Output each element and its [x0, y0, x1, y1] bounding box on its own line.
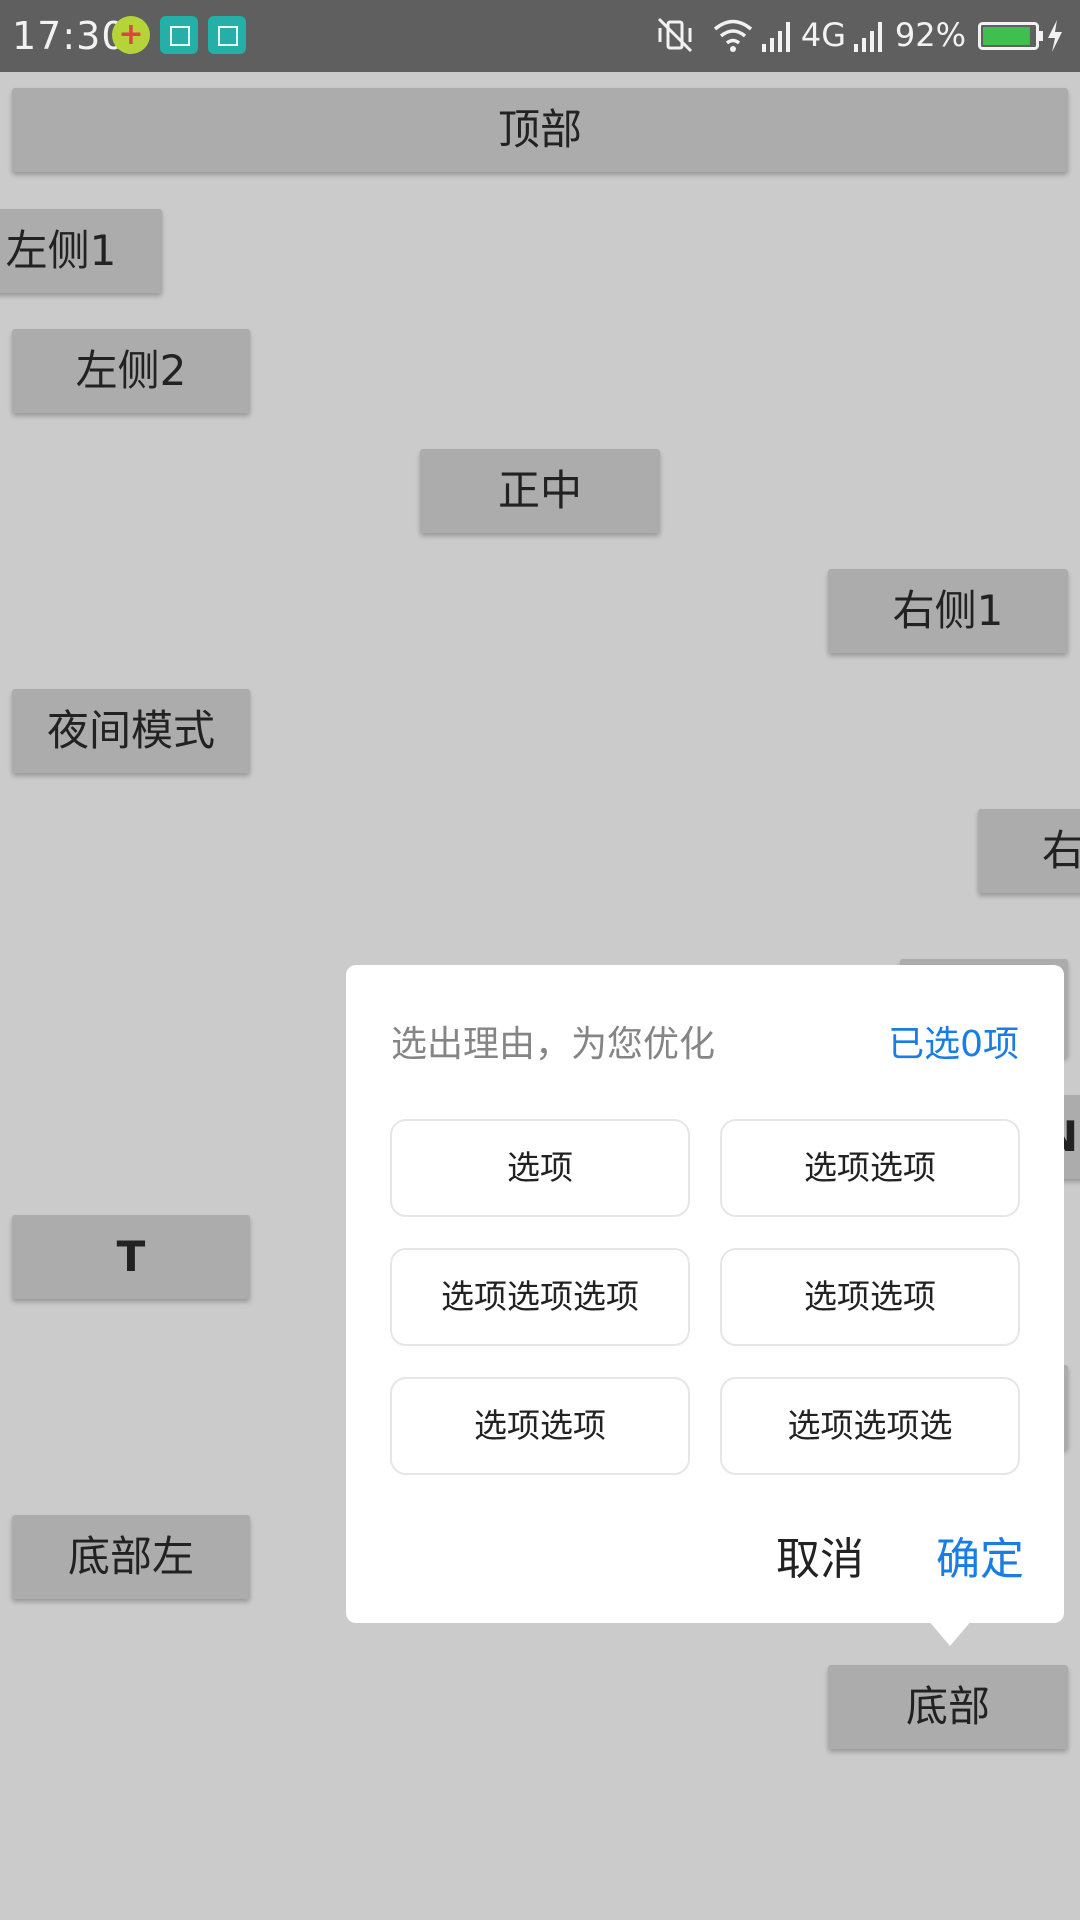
cancel-button[interactable]: 取消	[776, 1523, 864, 1587]
t-button[interactable]: T	[12, 1215, 250, 1299]
usb-icon	[208, 16, 246, 54]
bottom-left-button-label: 底部左	[67, 1532, 194, 1581]
selected-count: 已选0项	[888, 1024, 1019, 1065]
status-bar: 17:30 4G 92%	[0, 0, 1080, 72]
left1-button-label: 左侧1	[5, 226, 117, 275]
screenshot-icon	[160, 16, 198, 54]
left1-button[interactable]: 左侧1	[0, 209, 162, 293]
left2-button[interactable]: 左侧2	[12, 329, 250, 413]
right-partial-button[interactable]: 右	[978, 809, 1080, 893]
confirm-button[interactable]: 确定	[936, 1523, 1024, 1587]
option-button[interactable]: 选项选项	[720, 1248, 1020, 1346]
wifi-icon	[713, 19, 753, 52]
charging-icon	[1048, 20, 1062, 52]
option-button[interactable]: 选项选项选项	[390, 1248, 690, 1346]
option-button[interactable]: 选项	[390, 1119, 690, 1217]
option-button[interactable]: 选项选项选	[720, 1377, 1020, 1475]
night-mode-button[interactable]: 夜间模式	[12, 689, 250, 773]
top-button-label: 顶部	[497, 105, 582, 154]
option-button[interactable]: 选项选项	[720, 1119, 1020, 1217]
t-button-label: T	[116, 1232, 146, 1281]
status-time: 17:30	[12, 14, 127, 58]
center-button-label: 正中	[497, 466, 582, 515]
signal-icon	[854, 22, 882, 52]
top-button[interactable]: 顶部	[12, 88, 1068, 172]
night-mode-button-label: 夜间模式	[46, 706, 215, 755]
network-type-label: 4G	[800, 16, 846, 54]
battery-percentage: 92%	[894, 16, 966, 54]
dialog-title: 选出理由，为您优化	[391, 1024, 716, 1065]
center-button[interactable]: 正中	[420, 449, 660, 533]
battery-icon	[978, 22, 1043, 50]
app-notification-icon	[112, 16, 150, 54]
vibrate-off-icon	[657, 17, 693, 53]
bottom-left-button[interactable]: 底部左	[12, 1515, 250, 1599]
left2-button-label: 左侧2	[75, 346, 187, 395]
reason-dialog: 选出理由，为您优化 已选0项 选项 选项选项 选项选项选项 选项选项 选项选项 …	[346, 965, 1064, 1623]
bottom-button[interactable]: 底部	[828, 1665, 1068, 1749]
option-button[interactable]: 选项选项	[390, 1377, 690, 1475]
dialog-pointer	[928, 1620, 972, 1646]
right1-button[interactable]: 右侧1	[828, 569, 1068, 653]
right1-button-label: 右侧1	[892, 586, 1004, 635]
right-partial-button-label: 右	[1042, 826, 1080, 875]
bottom-button-label: 底部	[905, 1682, 990, 1731]
signal-icon	[762, 22, 790, 52]
